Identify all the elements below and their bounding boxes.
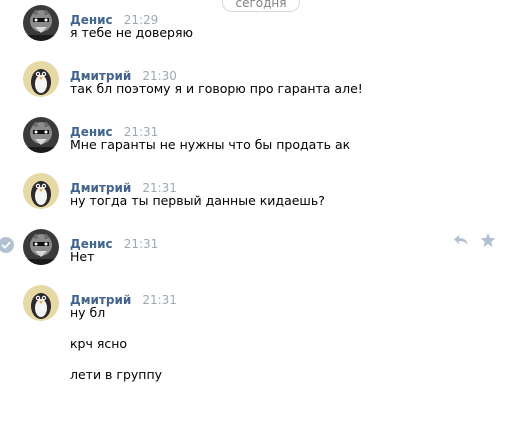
- penguin-avatar-icon: [23, 173, 59, 209]
- avatar[interactable]: [23, 285, 59, 321]
- message-time[interactable]: 21:31: [142, 293, 177, 307]
- avatar[interactable]: [23, 117, 59, 153]
- avatar[interactable]: [23, 5, 59, 41]
- message-text: я тебе не доверяю: [70, 25, 193, 40]
- avatar[interactable]: [23, 173, 59, 209]
- message-text: Мне гаранты не нужны что бы продать ак: [70, 137, 351, 152]
- message-text: лети в группу: [70, 367, 163, 382]
- message-text: ну тогда ты первый данные кидаешь?: [70, 193, 325, 208]
- message-time[interactable]: 21:31: [124, 237, 159, 251]
- message-text: так бл поэтому я и говорю про гаранта ал…: [70, 81, 363, 96]
- avatar[interactable]: [23, 229, 59, 265]
- date-divider: сегодня: [222, 0, 300, 12]
- message-text: крч ясно: [70, 336, 128, 351]
- penguin-avatar-icon: [23, 61, 59, 97]
- message-text: ну бл: [70, 305, 106, 320]
- wolf-avatar-icon: [23, 229, 59, 265]
- wolf-avatar-icon: [23, 5, 59, 41]
- check-icon[interactable]: [0, 237, 14, 253]
- reply-icon[interactable]: [452, 231, 470, 249]
- star-icon[interactable]: [479, 231, 497, 249]
- penguin-avatar-icon: [23, 285, 59, 321]
- message-text: Нет: [70, 249, 95, 264]
- avatar[interactable]: [23, 61, 59, 97]
- wolf-avatar-icon: [23, 117, 59, 153]
